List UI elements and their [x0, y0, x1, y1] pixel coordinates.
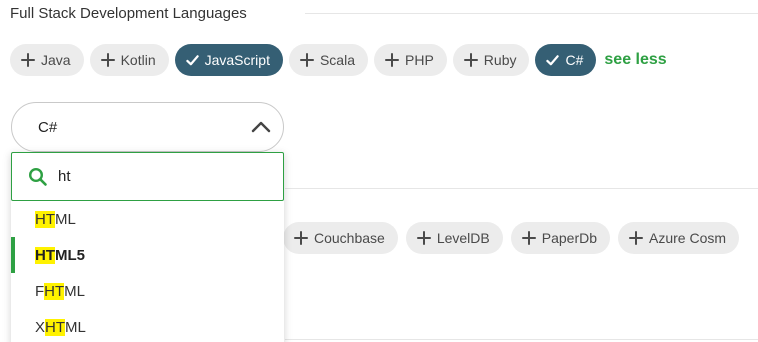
section-divider: [305, 13, 758, 14]
language-select[interactable]: C#: [11, 102, 284, 152]
match-highlight: HT: [45, 318, 66, 336]
chip-scala[interactable]: Scala: [288, 44, 368, 76]
search-icon: [28, 167, 47, 186]
select-value: C#: [38, 118, 58, 136]
chip-leveldb[interactable]: LevelDB: [405, 222, 503, 254]
chip-label: PaperDb: [541, 230, 598, 246]
chip-ruby[interactable]: Ruby: [452, 44, 530, 76]
select-dropdown: HTML HTML5 FHTML XHTML: [11, 152, 284, 342]
chip-label: C#: [565, 52, 584, 68]
chip-couchbase[interactable]: Couchbase: [283, 222, 398, 254]
chip-label: Azure Cosm: [649, 230, 727, 246]
plus-icon: [299, 53, 314, 67]
chip-csharp[interactable]: C#: [535, 44, 597, 76]
chip-javascript[interactable]: JavaScript: [174, 44, 283, 76]
chip-label: Ruby: [483, 52, 517, 68]
plus-icon: [100, 53, 115, 67]
option-fhtml[interactable]: F HT ML: [11, 273, 284, 309]
option-html[interactable]: HT ML: [11, 201, 284, 237]
chip-java[interactable]: Java: [10, 44, 84, 76]
plus-icon: [521, 231, 536, 245]
plus-icon: [463, 53, 478, 67]
chip-azure-cosmos[interactable]: Azure Cosm: [618, 222, 740, 254]
language-chip-row: Java Kotlin JavaScript Scala PHP Ruby C#…: [10, 44, 667, 76]
search-input[interactable]: [58, 168, 258, 185]
chip-label: Scala: [319, 52, 355, 68]
check-icon: [185, 54, 199, 65]
plus-icon: [21, 53, 35, 67]
search-box: [11, 152, 284, 201]
plus-icon: [385, 53, 399, 67]
chip-label: LevelDB: [436, 230, 490, 246]
chip-kotlin[interactable]: Kotlin: [89, 44, 169, 76]
see-less-link[interactable]: see less: [604, 51, 666, 69]
chip-paperdb[interactable]: PaperDb: [510, 222, 611, 254]
match-highlight: HT: [35, 210, 55, 228]
option-xhtml[interactable]: X HT ML: [11, 309, 284, 342]
section-title: Full Stack Development Languages: [10, 5, 247, 22]
section-divider: [285, 188, 758, 189]
plus-icon: [629, 231, 644, 245]
plus-icon: [416, 231, 431, 245]
chip-label: PHP: [405, 52, 434, 68]
section-divider: [285, 339, 758, 340]
chip-label: JavaScript: [204, 52, 270, 68]
match-highlight: HT: [35, 246, 55, 264]
match-highlight: HT: [44, 282, 65, 300]
chip-php[interactable]: PHP: [374, 44, 447, 76]
chevron-up-icon[interactable]: [251, 119, 271, 133]
chip-label: Couchbase: [314, 230, 385, 246]
plus-icon: [294, 231, 308, 245]
option-html5[interactable]: HT ML5: [11, 237, 284, 273]
check-icon: [546, 54, 560, 65]
database-chip-row: Couchbase LevelDB PaperDb Azure Cosm: [283, 222, 740, 254]
chip-label: Kotlin: [120, 52, 156, 68]
chip-label: Java: [41, 52, 71, 68]
